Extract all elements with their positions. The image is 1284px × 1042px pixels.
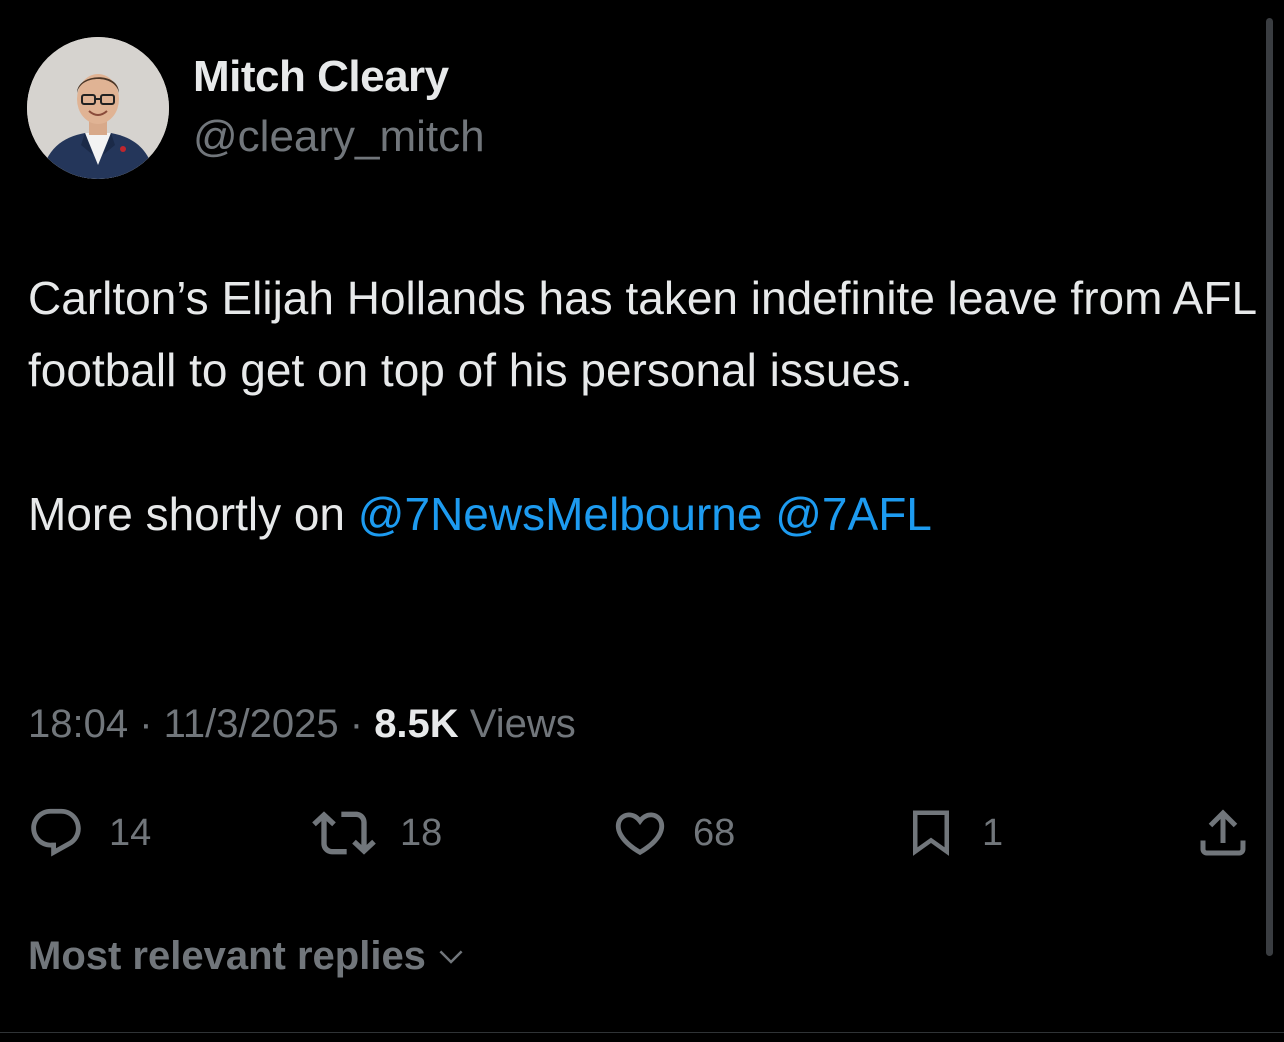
action-bar: 14 18 68 1 — [0, 800, 1284, 866]
bookmark-icon — [913, 810, 949, 856]
share-icon — [1200, 809, 1246, 856]
views-label: Views — [458, 702, 576, 746]
tweet-text: Carlton’s Elijah Hollands has taken inde… — [28, 262, 1258, 550]
tweet-time[interactable]: 18:04 — [28, 702, 128, 746]
meta-separator: · — [128, 702, 164, 746]
heart-icon — [615, 812, 665, 856]
reply-button[interactable]: 14 — [27, 800, 151, 866]
like-count: 68 — [693, 811, 736, 854]
divider — [0, 1032, 1284, 1033]
replies-sort-dropdown[interactable]: Most relevant replies — [28, 934, 466, 979]
tweet-body: Carlton’s Elijah Hollands has taken inde… — [28, 272, 1256, 396]
reply-count: 14 — [109, 811, 152, 854]
tweet-detail: Mitch Cleary @cleary_mitch Carlton’s Eli… — [0, 0, 1284, 1042]
views-count[interactable]: 8.5K — [374, 702, 459, 746]
reply-icon — [31, 808, 81, 857]
bookmark-button[interactable]: 1 — [904, 800, 1003, 866]
tweet-meta: 18:04 · 11/3/2025 · 8.5K Views — [28, 702, 576, 747]
like-button[interactable]: 68 — [611, 800, 735, 866]
profile-photo-icon — [27, 37, 169, 179]
author-avatar[interactable] — [27, 37, 169, 179]
mention-7newsmelbourne[interactable]: @7NewsMelbourne — [358, 488, 763, 540]
more-shortly-text: More shortly on — [28, 488, 358, 540]
repost-icon — [312, 811, 376, 855]
bookmark-count: 1 — [982, 811, 1004, 854]
replies-sort-label: Most relevant replies — [28, 934, 426, 978]
author-handle[interactable]: @cleary_mitch — [193, 112, 485, 162]
tweet-date[interactable]: 11/3/2025 — [164, 702, 339, 746]
chevron-down-icon — [439, 949, 463, 964]
scrollbar[interactable] — [1266, 18, 1273, 956]
meta-separator: · — [338, 702, 375, 746]
tweet-more-line: More shortly on @7NewsMelbourne @7AFL — [28, 478, 1258, 550]
repost-count: 18 — [400, 811, 443, 854]
mention-7afl[interactable]: @7AFL — [775, 488, 932, 540]
repost-button[interactable]: 18 — [312, 800, 442, 866]
share-button[interactable] — [1193, 800, 1253, 866]
author-display-name[interactable]: Mitch Cleary — [193, 52, 449, 102]
